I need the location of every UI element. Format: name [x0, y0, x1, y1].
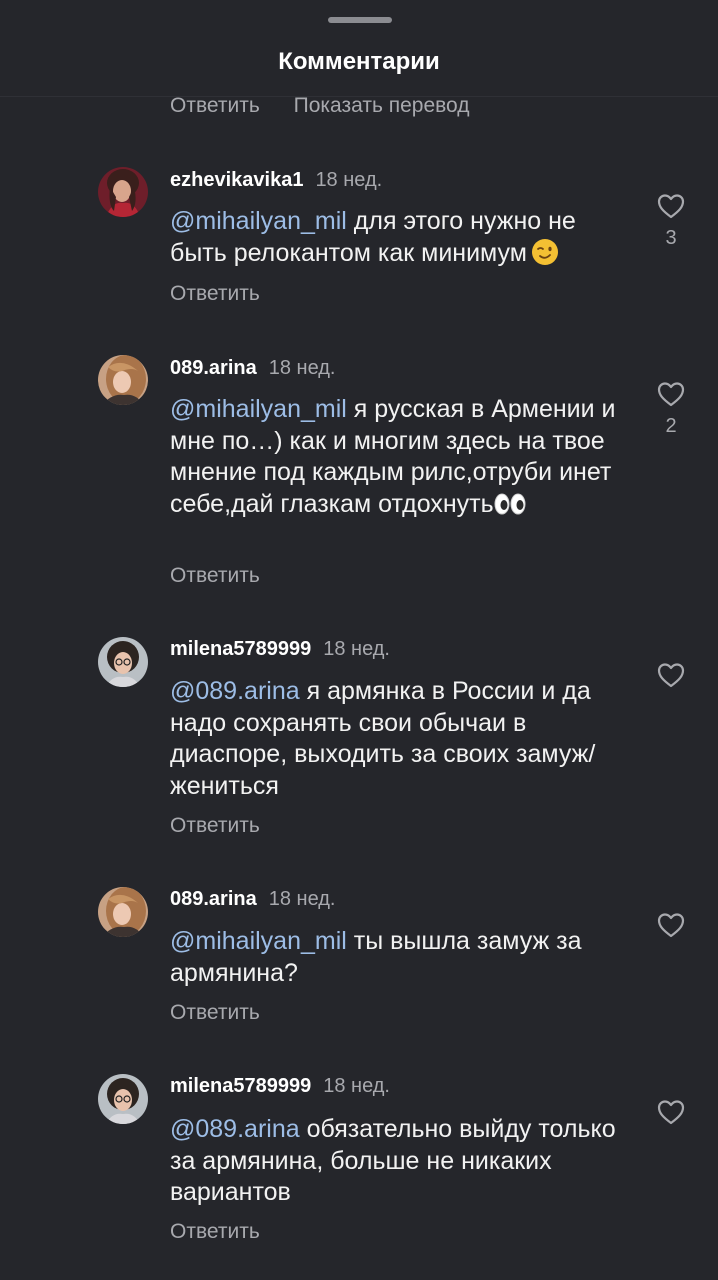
avatar[interactable]	[98, 1074, 148, 1124]
heart-outline-icon	[657, 663, 685, 688]
mention-link[interactable]: @089.arina	[170, 677, 300, 705]
like-button[interactable]	[652, 662, 690, 688]
previous-comment-actions: Ответить Показать перевод	[170, 94, 498, 118]
reply-button[interactable]: Ответить	[170, 814, 260, 838]
heart-outline-icon	[657, 382, 685, 407]
comment-text: @mihailyan_mil ты вышла замуж за армянин…	[170, 926, 630, 989]
timestamp: 18 нед.	[268, 888, 336, 910]
comment-text: @mihailyan_mil я русская в Армении и мне…	[170, 394, 630, 520]
timestamp: 18 нед.	[315, 169, 383, 191]
timestamp: 18 нед.	[268, 357, 336, 379]
comment-meta: 089.arina 18 нед.	[170, 888, 336, 911]
heart-outline-icon	[657, 1100, 685, 1125]
avatar[interactable]	[98, 355, 148, 405]
eyes-icon	[494, 492, 526, 514]
drag-handle[interactable]	[328, 17, 392, 23]
username[interactable]: milena5789999	[170, 1075, 311, 1097]
like-button[interactable]	[652, 912, 690, 938]
timestamp: 18 нед.	[323, 638, 390, 660]
avatar[interactable]	[98, 167, 148, 217]
reply-button[interactable]: Ответить	[170, 564, 260, 588]
username[interactable]: milena5789999	[170, 638, 311, 660]
reply-button[interactable]: Ответить	[170, 94, 260, 117]
reply-button[interactable]: Ответить	[170, 282, 260, 306]
username[interactable]: 089.arina	[170, 357, 257, 379]
comment-meta: ezhevikavika1 18 нед.	[170, 169, 382, 192]
comment-meta: 089.arina 18 нед.	[170, 357, 336, 380]
comment-meta: milena5789999 18 нед.	[170, 638, 390, 661]
reply-button[interactable]: Ответить	[170, 1001, 260, 1025]
like-button[interactable]	[652, 1099, 690, 1125]
sheet-title: Комментарии	[278, 48, 440, 75]
comment-text: @089.arina обязательно выйду только за а…	[170, 1114, 630, 1209]
comment-text: @mihailyan_mil для этого нужно не быть р…	[170, 206, 630, 269]
mention-link[interactable]: @mihailyan_mil	[170, 395, 347, 423]
avatar[interactable]	[98, 637, 148, 687]
avatar[interactable]	[98, 887, 148, 937]
like-count: 3	[665, 227, 677, 249]
heart-outline-icon	[657, 194, 685, 219]
like-count: 2	[665, 415, 677, 437]
like-button[interactable]: 2	[652, 381, 690, 438]
winking-face-icon	[531, 238, 559, 266]
show-translation-button[interactable]: Показать перевод	[294, 94, 470, 117]
comment-text: @089.arina я армянка в России и да надо …	[170, 676, 630, 802]
reply-button[interactable]: Ответить	[170, 1220, 260, 1244]
like-button[interactable]: 3	[652, 193, 690, 250]
comment-meta: milena5789999 18 нед.	[170, 1075, 390, 1098]
mention-link[interactable]: @mihailyan_mil	[170, 927, 347, 955]
username[interactable]: 089.arina	[170, 888, 257, 910]
heart-outline-icon	[657, 913, 685, 938]
mention-link[interactable]: @mihailyan_mil	[170, 207, 347, 235]
username[interactable]: ezhevikavika1	[170, 169, 303, 191]
mention-link[interactable]: @089.arina	[170, 1115, 300, 1143]
timestamp: 18 нед.	[323, 1075, 390, 1097]
comments-sheet: Комментарии Ответить Показать перевод ez…	[0, 0, 718, 1280]
